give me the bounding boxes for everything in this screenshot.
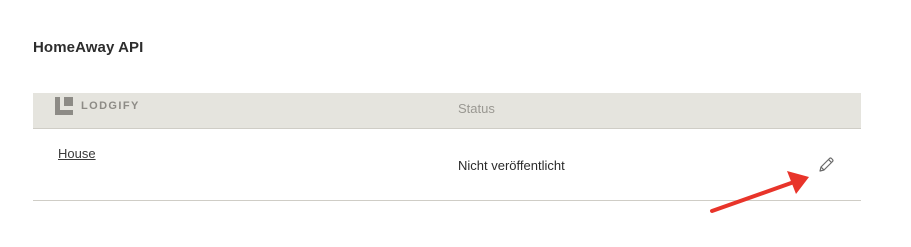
lodgify-logo-icon	[55, 97, 73, 115]
status-value: Nicht veröffentlicht	[458, 158, 565, 173]
brand-name: LODGIFY	[81, 100, 140, 112]
table-header: LODGIFY Status	[33, 93, 861, 129]
property-link[interactable]: House	[58, 146, 96, 161]
page-title: HomeAway API	[33, 39, 144, 56]
brand-column-header: LODGIFY	[55, 96, 140, 116]
arrow-icon	[710, 171, 809, 213]
pencil-edit-icon[interactable]	[816, 155, 836, 175]
status-column-header: Status	[458, 101, 495, 116]
